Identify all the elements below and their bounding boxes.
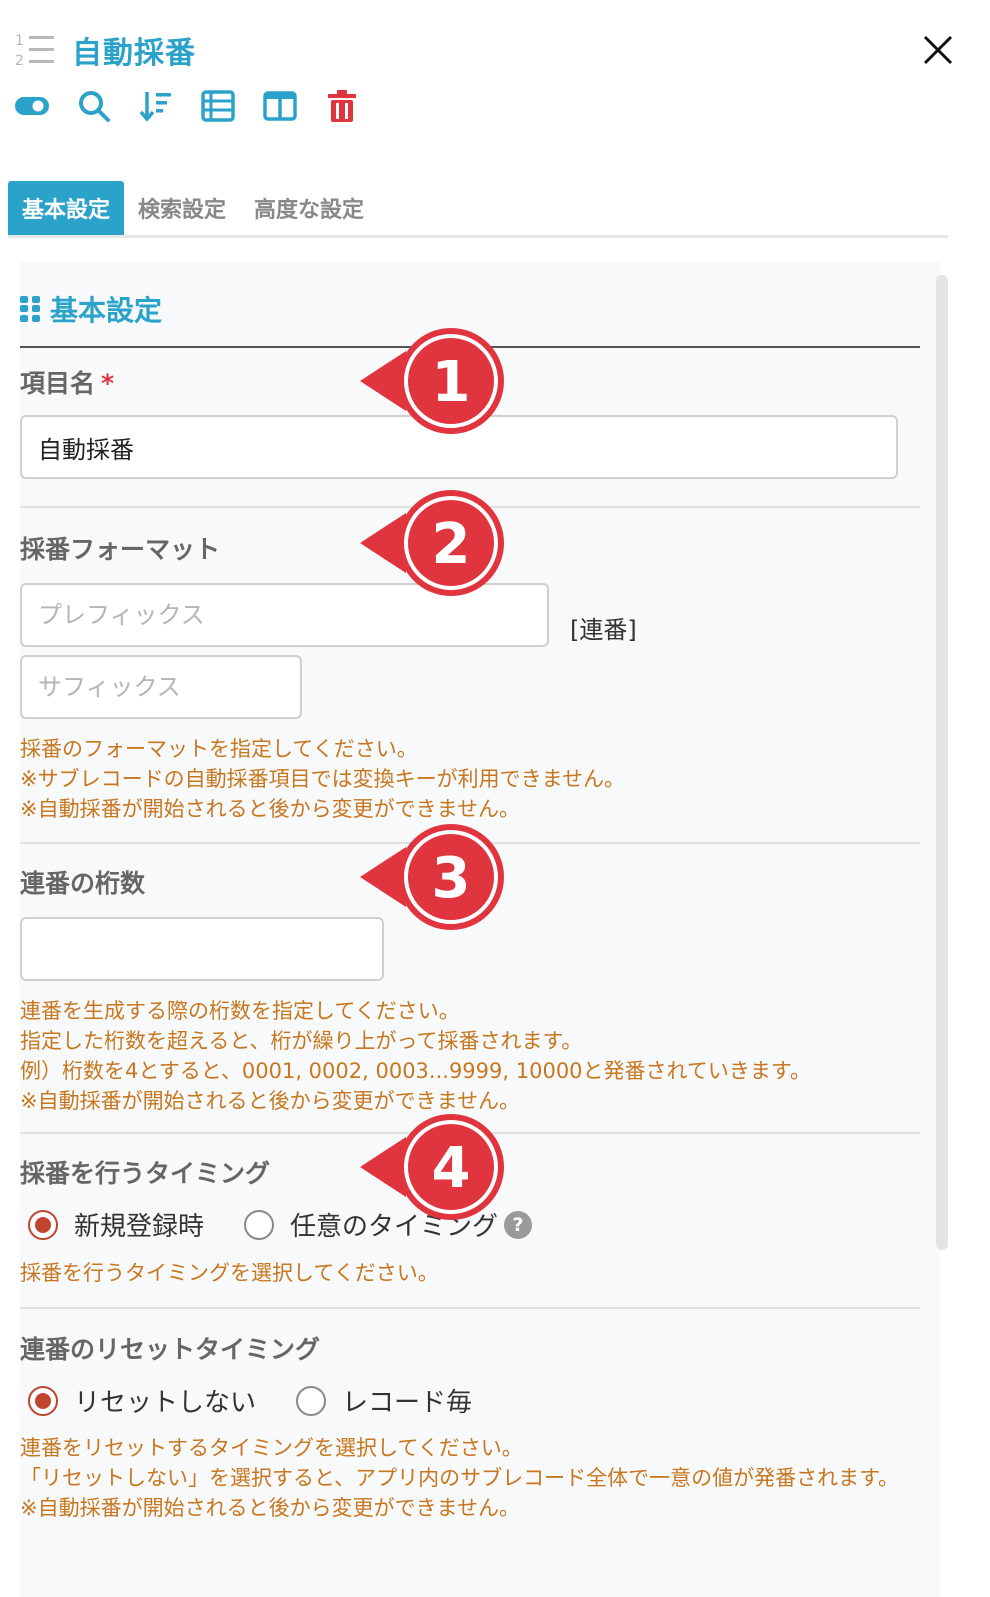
- reset-label: 連番のリセットタイミング: [20, 1335, 321, 1364]
- item-name-label: 項目名 *: [20, 364, 114, 400]
- svg-text:1: 1: [15, 33, 24, 49]
- search-button[interactable]: [74, 86, 114, 126]
- reset-help-text: 連番をリセットするタイミングを選択してください。 「リセットしない」を選択すると…: [20, 1436, 900, 1520]
- timing-help-text: 採番を行うタイミングを選択してください。: [20, 1261, 439, 1285]
- panel-header: 1 2 自動採番: [0, 0, 990, 160]
- timing-label: 採番を行うタイミング: [20, 1159, 271, 1188]
- list-view-button[interactable]: [198, 86, 238, 126]
- reset-option-per-record[interactable]: レコード毎: [296, 1382, 472, 1419]
- reset-option-none[interactable]: リセットしない: [28, 1382, 256, 1419]
- section-header: 基本設定: [20, 286, 162, 332]
- numbered-list-icon: 1 2: [14, 30, 56, 70]
- radio-unselected[interactable]: [296, 1385, 327, 1416]
- callout-number: 3: [431, 845, 471, 911]
- callout-1: 1: [356, 326, 506, 436]
- column-view-icon: [263, 91, 297, 121]
- callout-number: 4: [431, 1135, 471, 1201]
- callout-4: 4: [356, 1112, 506, 1222]
- reset-option-per-record-label: レコード毎: [342, 1388, 473, 1418]
- suffix-input[interactable]: [20, 655, 302, 719]
- toggle-button[interactable]: [12, 86, 52, 126]
- trash-icon: [328, 90, 356, 122]
- settings-tabs: 基本設定 検索設定 高度な設定: [8, 181, 948, 238]
- scrollbar[interactable]: [936, 275, 948, 1250]
- timing-option-new[interactable]: 新規登録時: [28, 1206, 204, 1243]
- reset-option-none-label: リセットしない: [74, 1388, 257, 1418]
- radio-unselected[interactable]: [244, 1209, 275, 1240]
- callout-number: 1: [431, 349, 471, 415]
- drag-handle-icon: [20, 296, 40, 322]
- callout-number: 2: [431, 511, 471, 577]
- close-icon: [923, 35, 953, 65]
- item-name-label-text: 項目名: [20, 369, 96, 398]
- sort-icon: [139, 92, 171, 122]
- column-view-button[interactable]: [260, 86, 300, 126]
- digits-label: 連番の桁数: [20, 869, 146, 898]
- field-toolbar: [12, 86, 384, 126]
- timing-option-new-label: 新規登録時: [74, 1212, 205, 1242]
- format-help-text: 採番のフォーマットを指定してください。 ※サブレコードの自動採番項目では変換キー…: [20, 737, 625, 821]
- title-row: 1 2 自動採番: [14, 28, 196, 72]
- format-label: 採番フォーマット: [20, 535, 221, 564]
- delete-button[interactable]: [322, 86, 362, 126]
- digits-input[interactable]: [20, 917, 384, 981]
- search-icon: [79, 91, 110, 122]
- section-title: 基本設定: [50, 294, 163, 327]
- digits-help-text: 連番を生成する際の桁数を指定してください。 指定した桁数を超えると、桁が繰り上が…: [20, 999, 811, 1113]
- tab-basic-settings[interactable]: 基本設定: [8, 181, 125, 235]
- close-button[interactable]: [918, 30, 958, 70]
- radio-selected[interactable]: [28, 1209, 58, 1240]
- list-view-icon: [201, 90, 235, 122]
- callout-3: 3: [356, 822, 506, 932]
- radio-selected[interactable]: [28, 1385, 58, 1416]
- serial-number-label: [連番]: [570, 616, 637, 644]
- tab-advanced-settings[interactable]: 高度な設定: [240, 181, 378, 235]
- reset-radio-group: リセットしない レコード毎: [28, 1382, 512, 1419]
- page-title: 自動採番: [72, 36, 196, 71]
- toggle-icon: [15, 97, 49, 115]
- tab-search-settings[interactable]: 検索設定: [124, 181, 240, 235]
- callout-2: 2: [356, 488, 506, 598]
- divider: [20, 1307, 920, 1309]
- svg-text:2: 2: [15, 53, 24, 69]
- help-icon[interactable]: ?: [504, 1210, 533, 1239]
- sort-button[interactable]: [136, 86, 176, 126]
- required-mark: *: [101, 369, 115, 398]
